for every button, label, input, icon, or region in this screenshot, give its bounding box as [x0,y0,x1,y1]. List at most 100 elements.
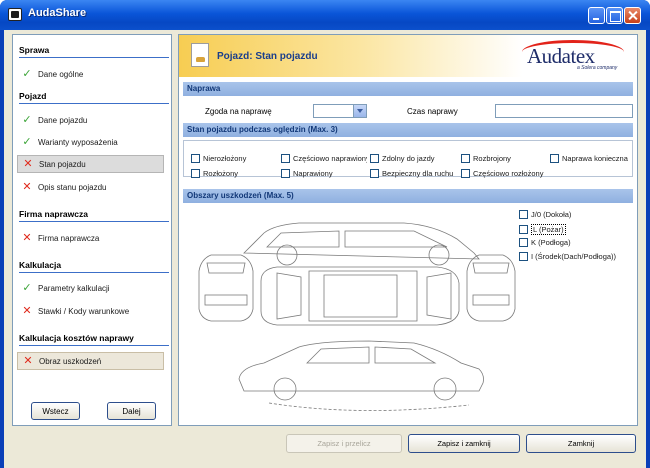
condition-option[interactable]: Zdolny do jazdy [370,154,458,163]
section-divider [19,103,169,104]
back-button[interactable]: Wstecz [31,402,80,420]
section-header-obszary: Obszary uszkodzeń (Max. 5) [183,189,633,203]
sidebar-item-label: Stan pojazdu [39,159,86,169]
damage-option[interactable]: I (Środek(Dach/Podłoga)) [519,252,616,261]
option-label: Naprawa konieczna [562,154,628,163]
page-header: Pojazd: Stan pojazdu Audatex a Solera co… [179,35,637,77]
next-button[interactable]: Dalej [107,402,156,420]
condition-option[interactable]: Częściowo naprawiony [281,154,367,163]
sidebar-item-label: Obraz uszkodzeń [39,356,102,366]
sidebar-item-label: Dane pojazdu [38,115,88,125]
sidebar-item-parametry[interactable]: ✓ Parametry kalkulacji [17,279,164,297]
option-label: J/0 (Dokoła) [531,210,572,219]
section-divider [19,272,169,273]
x-mark-icon: ✕ [23,158,33,170]
x-mark-icon: ✕ [22,181,32,193]
checkbox[interactable] [461,154,470,163]
chevron-down-icon[interactable] [353,105,366,117]
consent-select[interactable] [313,104,367,118]
minimize-button[interactable] [588,7,605,24]
vehicle-damage-diagram[interactable] [189,203,519,421]
maximize-button[interactable] [606,7,623,24]
sidebar-item-label: Dane ogólne [38,69,84,79]
time-label: Czas naprawy [407,107,458,116]
save-recalculate-button[interactable]: Zapisz i przelicz [286,434,402,453]
option-label: Zdolny do jazdy [382,154,435,163]
section-divider [19,221,169,222]
sidebar-item-label: Warianty wyposażenia [38,137,118,147]
sidebar-item-label: Parametry kalkulacji [38,283,110,293]
damage-option[interactable]: K (Podłoga) [519,238,571,247]
condition-option[interactable]: Naprawa konieczna [550,154,632,163]
option-label: Rozłożony [203,169,239,178]
section-header-naprawa: Naprawa [183,82,633,96]
checkbox[interactable] [519,225,528,234]
title-bar[interactable]: AudaShare [0,0,650,30]
sidebar-item-warianty[interactable]: ✓ Warianty wyposażenia [17,133,164,151]
condition-option[interactable]: Naprawiony [281,169,367,178]
condition-option[interactable]: Nierozłożony [191,154,279,163]
section-header-stan: Stan pojazdu podczas oględzin (Max. 3) [183,123,633,137]
sidebar-section-title: Kalkulacja kosztów naprawy [19,333,134,343]
check-icon: ✓ [22,282,32,294]
sidebar-item-opis-stanu[interactable]: ✕ Opis stanu pojazdu [17,178,164,196]
checkbox[interactable] [519,252,528,261]
check-icon: ✓ [22,68,32,80]
client-area: Sprawa ✓ Dane ogólne Pojazd ✓ Dane pojaz… [4,30,646,468]
logo-tagline: a Solera company [577,65,618,71]
option-label: I (Środek(Dach/Podłoga)) [531,252,617,261]
sidebar-item-obraz-uszkodzen[interactable]: ✕ Obraz uszkodzeń [17,352,164,370]
checkbox[interactable] [550,154,559,163]
option-label: Naprawiony [293,169,333,178]
sidebar-item-stan-pojazdu[interactable]: ✕ Stan pojazdu [17,155,164,173]
option-label: Nierozłożony [203,154,247,163]
x-mark-icon: ✕ [22,232,32,244]
condition-option[interactable]: Rozłożony [191,169,279,178]
option-label: Rozbrojony [473,154,511,163]
checkbox[interactable] [370,169,379,178]
save-close-button[interactable]: Zapisz i zamknij [408,434,520,453]
sidebar-section-title: Kalkulacja [19,260,62,270]
sidebar-item-dane-pojazdu[interactable]: ✓ Dane pojazdu [17,111,164,129]
sidebar-item-label: Firma naprawcza [38,233,100,243]
checkbox[interactable] [461,169,470,178]
app-window: AudaShare Sprawa ✓ Dane ogólne Pojazd ✓ … [0,0,650,468]
sidebar-section-title: Firma naprawcza [19,209,88,219]
option-label: L (Pożar) [531,224,566,235]
condition-option[interactable]: Częściowo rozłożony [461,169,547,178]
close-button[interactable]: Zamknij [526,434,636,453]
consent-label: Zgoda na naprawę [205,107,272,116]
section-divider [19,57,169,58]
checkbox[interactable] [191,154,200,163]
page-title: Pojazd: Stan pojazdu [217,51,318,62]
section-divider [19,345,169,346]
check-icon: ✓ [22,136,32,148]
damage-option[interactable]: L (Pożar) [519,224,566,235]
sidebar-section-title: Pojazd [19,91,47,101]
option-label: K (Podłoga) [531,238,571,247]
check-icon: ✓ [22,114,32,126]
close-window-button[interactable] [624,7,641,24]
condition-option[interactable]: Rozbrojony [461,154,547,163]
checkbox[interactable] [370,154,379,163]
sidebar-section-title: Sprawa [19,45,50,55]
checkbox[interactable] [281,169,290,178]
sidebar-item-dane-ogolne[interactable]: ✓ Dane ogólne [17,65,164,83]
x-mark-icon: ✕ [23,355,33,367]
vehicle-document-icon [191,43,209,67]
repair-time-input[interactable] [495,104,633,118]
option-label: Częściowo naprawiony [293,154,367,163]
checkbox[interactable] [281,154,290,163]
damage-option[interactable]: J/0 (Dokoła) [519,210,571,219]
app-icon [8,8,22,21]
sidebar-item-firma-naprawcza[interactable]: ✕ Firma naprawcza [17,229,164,247]
checkbox[interactable] [191,169,200,178]
sidebar-item-stawki[interactable]: ✕ Stawki / Kody warunkowe [17,302,164,320]
x-mark-icon: ✕ [22,305,32,317]
checkbox[interactable] [519,210,528,219]
window-title: AudaShare [28,7,87,19]
sidebar: Sprawa ✓ Dane ogólne Pojazd ✓ Dane pojaz… [12,34,172,426]
option-label: Bezpieczny dla ruchu [382,169,454,178]
condition-option[interactable]: Bezpieczny dla ruchu [370,169,458,178]
checkbox[interactable] [519,238,528,247]
